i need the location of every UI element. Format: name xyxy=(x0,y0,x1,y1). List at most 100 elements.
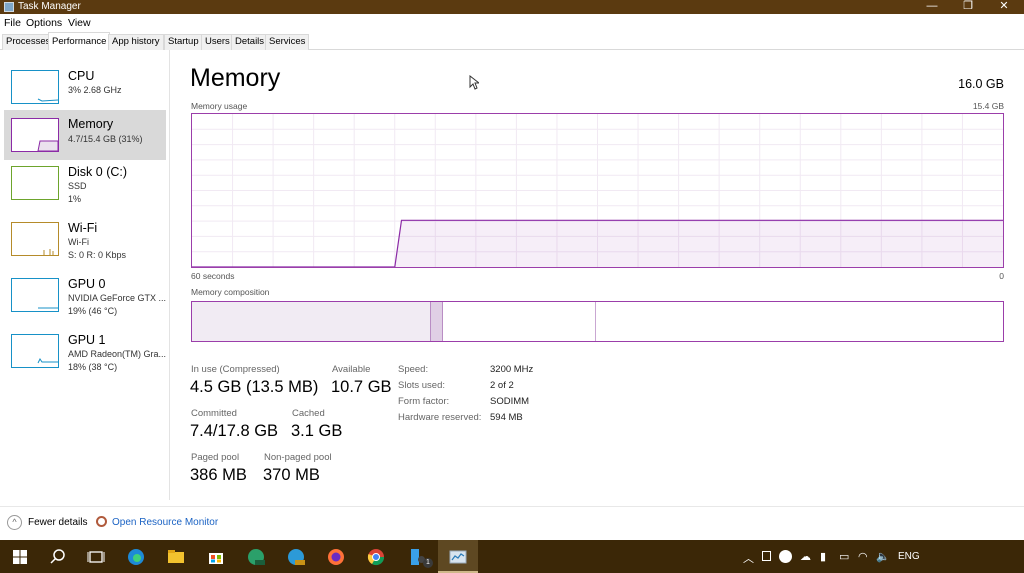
composition-standby-segment[interactable] xyxy=(443,302,596,341)
non-paged-pool-value: 370 MB xyxy=(263,466,320,484)
edge-dev-icon[interactable] xyxy=(246,547,266,567)
task-view-icon[interactable] xyxy=(86,547,106,567)
total-memory: 16.0 GB xyxy=(958,77,1004,91)
composition-modified-segment[interactable] xyxy=(430,302,443,341)
notification-badge: 1 xyxy=(423,558,433,568)
sidebar-item-gpu-1[interactable]: GPU 1 AMD Radeon(TM) Gra... 18% (38 °C) xyxy=(4,326,166,376)
available-label: Available xyxy=(332,364,371,375)
search-icon[interactable] xyxy=(48,547,68,567)
menu-view[interactable]: View xyxy=(68,17,91,29)
tab-processes[interactable]: Processes xyxy=(2,34,55,50)
memory-usage-chart xyxy=(192,114,1003,267)
memory-usage-graph xyxy=(191,113,1004,268)
hardware-reserved-label: Hardware reserved: xyxy=(398,412,482,423)
sidebar-item-disk[interactable]: Disk 0 (C:) SSD 1% xyxy=(4,158,166,208)
committed-value: 7.4/17.8 GB xyxy=(190,422,279,440)
committed-label: Committed xyxy=(191,408,237,419)
form-factor-label: Form factor: xyxy=(398,396,450,407)
menu-bar: File Options View xyxy=(0,14,1024,32)
battery-icon[interactable]: ▭ xyxy=(839,550,849,563)
tab-strip: Processes Performance App history Startu… xyxy=(0,32,1024,50)
windows-start-icon[interactable] xyxy=(10,547,30,567)
app-tray-icon[interactable] xyxy=(779,550,792,563)
sidebar-item-gpu-0[interactable]: GPU 0 NVIDIA GeForce GTX ... 19% (46 °C) xyxy=(4,270,166,320)
resource-sidebar: CPU 3% 2.68 GHz Memory 4.7/15.4 GB (31%)… xyxy=(0,50,170,500)
memory-composition-bar xyxy=(191,301,1004,342)
task-manager-window: Task Manager — ❐ ✕ File Options View Pro… xyxy=(0,0,1024,573)
file-explorer-icon[interactable] xyxy=(166,547,186,567)
available-value: 10.7 GB xyxy=(331,378,392,396)
graph-time-start: 60 seconds xyxy=(191,271,235,281)
tab-services[interactable]: Services xyxy=(265,34,310,50)
memory-composition-label: Memory composition xyxy=(191,287,270,297)
edge-browser-icon[interactable] xyxy=(126,547,146,567)
chrome-icon[interactable] xyxy=(366,547,386,567)
mouse-cursor-icon xyxy=(469,75,479,90)
memory-thumbnail-graph xyxy=(11,118,59,152)
non-paged-pool-label: Non-paged pool xyxy=(264,452,332,463)
sidebar-item-detail: NVIDIA GeForce GTX ... xyxy=(68,293,167,303)
tab-users[interactable]: Users xyxy=(201,34,234,50)
memory-usage-max: 15.4 GB xyxy=(972,101,1004,111)
page-title: Memory xyxy=(190,64,281,92)
restore-button[interactable]: ❐ xyxy=(950,0,986,14)
disk-thumbnail-graph xyxy=(11,166,59,200)
sidebar-item-cpu[interactable]: CPU 3% 2.68 GHz xyxy=(4,62,166,112)
cached-label: Cached xyxy=(292,408,325,419)
title-bar: Task Manager — ❐ ✕ xyxy=(0,0,1024,14)
hardware-reserved-value: 594 MB xyxy=(490,412,523,423)
composition-free-segment[interactable] xyxy=(596,302,1003,341)
fewer-details-button[interactable]: Fewer details xyxy=(28,517,87,528)
slots-used-value: 2 of 2 xyxy=(490,380,514,391)
sidebar-item-detail: 19% (46 °C) xyxy=(68,306,118,316)
speed-label: Speed: xyxy=(398,364,429,375)
open-resource-monitor-link[interactable]: Open Resource Monitor xyxy=(112,517,218,528)
tab-performance[interactable]: Performance xyxy=(48,32,111,50)
sidebar-item-detail: 18% (38 °C) xyxy=(68,362,118,372)
edge-canary-icon[interactable] xyxy=(286,547,306,567)
in-use-value: 4.5 GB (13.5 MB) xyxy=(190,378,319,396)
in-use-label: In use (Compressed) xyxy=(191,364,280,375)
menu-options[interactable]: Options xyxy=(26,17,62,29)
chevron-up-icon[interactable]: ^ xyxy=(7,515,22,530)
sidebar-item-label: GPU 1 xyxy=(68,333,106,347)
menu-file[interactable]: File xyxy=(4,17,21,29)
firefox-icon[interactable] xyxy=(326,547,346,567)
tab-startup[interactable]: Startup xyxy=(164,34,203,50)
tab-details[interactable]: Details xyxy=(231,34,269,50)
sidebar-item-detail: 3% 2.68 GHz xyxy=(68,85,122,95)
close-button[interactable]: ✕ xyxy=(986,0,1022,14)
composition-in-use-segment[interactable] xyxy=(192,302,430,341)
chevron-up-icon[interactable]: ︿ xyxy=(743,550,754,566)
sidebar-item-label: Memory xyxy=(68,117,114,131)
sidebar-item-label: Disk 0 (C:) xyxy=(68,165,128,179)
microsoft-store-icon[interactable] xyxy=(206,547,226,567)
wifi-thumbnail-graph xyxy=(11,222,59,256)
sidebar-item-detail: Wi-Fi xyxy=(68,237,89,247)
sidebar-item-wifi[interactable]: Wi-Fi Wi-Fi S: 0 R: 0 Kbps xyxy=(4,214,166,264)
sidebar-item-detail: 1% xyxy=(68,194,82,204)
language-indicator[interactable]: ENG xyxy=(898,551,920,562)
task-manager-taskbar-button[interactable] xyxy=(438,540,478,573)
onedrive-icon[interactable]: ☁ xyxy=(800,550,811,563)
minimize-button[interactable]: — xyxy=(914,0,950,14)
tab-app-history[interactable]: App history xyxy=(108,34,164,50)
sidebar-item-detail: AMD Radeon(TM) Gra... xyxy=(68,349,167,359)
windows-taskbar: 1 ︿ ☁ ▮ ▭ ◠ 🔈 ENG xyxy=(0,540,1024,573)
gpu1-thumbnail-graph xyxy=(11,334,59,368)
cpu-thumbnail-graph xyxy=(11,70,59,104)
resource-monitor-icon xyxy=(96,516,107,527)
tablet-icon[interactable] xyxy=(762,551,771,561)
sidebar-item-label: Wi-Fi xyxy=(68,221,98,235)
sidebar-item-label: CPU xyxy=(68,69,95,83)
window-title: Task Manager xyxy=(18,1,81,12)
footer-bar: ^ Fewer details Open Resource Monitor xyxy=(0,506,1024,540)
paged-pool-label: Paged pool xyxy=(191,452,240,463)
sidebar-item-memory[interactable]: Memory 4.7/15.4 GB (31%) xyxy=(4,110,166,160)
volume-icon[interactable]: 🔈 xyxy=(876,550,890,563)
graph-time-end: 0 xyxy=(999,271,1004,281)
memory-usage-label: Memory usage xyxy=(191,101,248,111)
usb-icon[interactable]: ▮ xyxy=(820,550,826,563)
wifi-icon[interactable]: ◠ xyxy=(858,550,868,563)
task-manager-icon xyxy=(449,550,467,564)
